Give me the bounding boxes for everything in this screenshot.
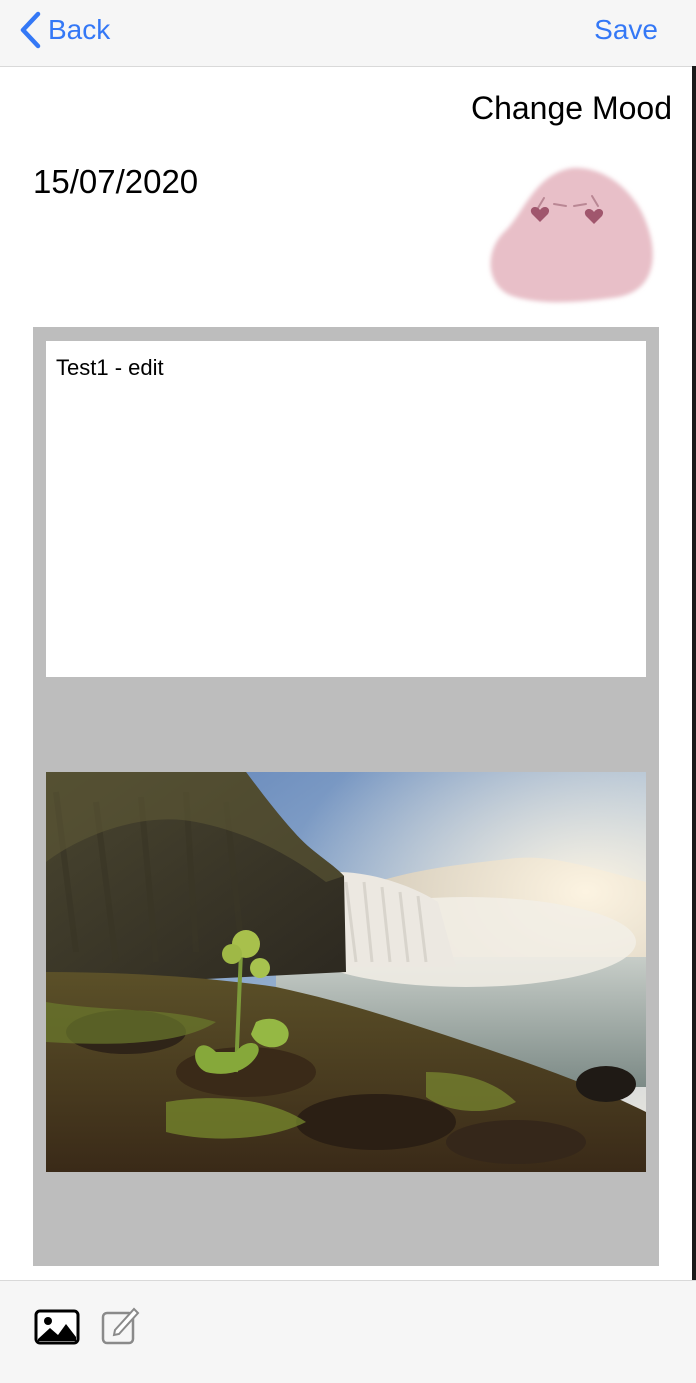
entry-date: 15/07/2020 (33, 163, 199, 200)
save-button[interactable]: Save (594, 10, 658, 50)
chevron-left-icon (20, 11, 41, 49)
navigation-bar: Back Save (0, 0, 696, 67)
window-edge (692, 66, 696, 1280)
photo-icon (34, 1309, 80, 1345)
entry-text-area[interactable]: Test1 - edit (46, 341, 646, 677)
add-photo-button[interactable] (34, 1309, 80, 1350)
bottom-toolbar (0, 1280, 696, 1383)
back-button[interactable]: Back (18, 10, 110, 50)
entry-text: Test1 - edit (56, 355, 164, 380)
mood-icon[interactable] (484, 160, 660, 310)
change-mood-button[interactable]: Change Mood (471, 90, 672, 127)
edit-icon (101, 1307, 140, 1345)
entry-content-panel: Test1 - edit (33, 327, 659, 1266)
pink-blob-face-icon (490, 167, 653, 303)
entry-photo[interactable] (46, 772, 646, 1172)
back-button-label: Back (48, 14, 111, 45)
edit-text-button[interactable] (100, 1305, 140, 1350)
waterfall-landscape-photo (46, 772, 646, 1172)
